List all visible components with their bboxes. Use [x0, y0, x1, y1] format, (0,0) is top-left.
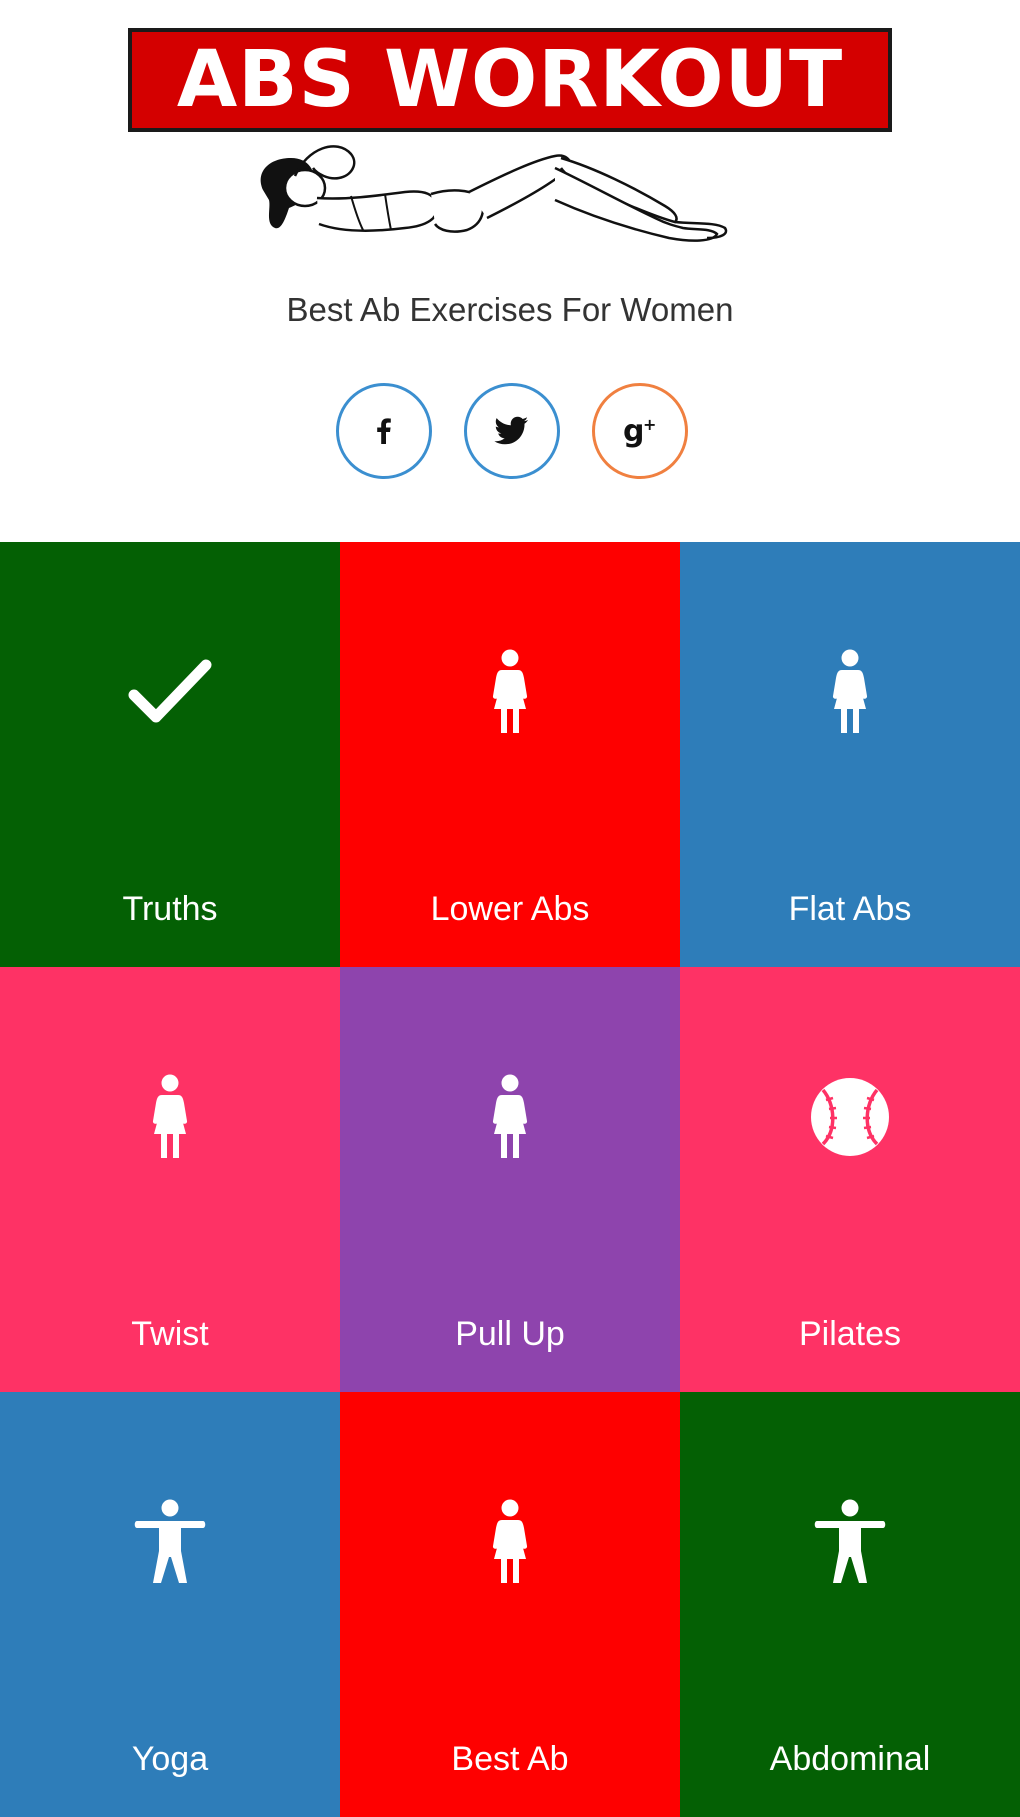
twitter-icon [494, 416, 528, 445]
woman-icon [829, 649, 871, 735]
woman-icon [489, 649, 531, 735]
tile-abdominal[interactable]: Abdominal [680, 1392, 1020, 1817]
tile-pilates[interactable]: Pilates [680, 967, 1020, 1392]
tile-label: Pilates [798, 1315, 902, 1353]
crunch-illustration [260, 145, 728, 242]
category-grid: Truths Lower Abs Flat Abs Twist Pull Up … [0, 542, 1020, 1817]
tile-pull-up[interactable]: Pull Up [340, 967, 680, 1392]
tile-lower-abs[interactable]: Lower Abs [340, 542, 680, 967]
tile-twist[interactable]: Twist [0, 967, 340, 1392]
tile-yoga[interactable]: Yoga [0, 1392, 340, 1817]
facebook-icon [377, 418, 391, 444]
tile-label: Twist [131, 1315, 209, 1353]
facebook-share-button[interactable] [336, 383, 432, 479]
tile-label: Best Ab [451, 1740, 569, 1778]
tile-truths[interactable]: Truths [0, 542, 340, 967]
person-arms-out-icon [133, 1499, 207, 1585]
tile-label: Abdominal [769, 1740, 931, 1778]
tile-label: Flat Abs [788, 890, 912, 928]
tile-label: Truths [122, 890, 218, 928]
logo-text: ABS WORKOUT [176, 35, 844, 125]
app-tagline: Best Ab Exercises For Women [286, 291, 734, 328]
social-share-bar: g + [0, 383, 1020, 483]
google-plus-share-button[interactable]: g + [592, 383, 688, 479]
checkmark-icon [128, 657, 212, 727]
tile-label: Lower Abs [430, 890, 590, 928]
app-logo: ABS WORKOUT [128, 28, 892, 132]
tile-flat-abs[interactable]: Flat Abs [680, 542, 1020, 967]
woman-icon [489, 1499, 531, 1585]
person-arms-out-icon [813, 1499, 887, 1585]
woman-icon [149, 1074, 191, 1160]
twitter-share-button[interactable] [464, 383, 560, 479]
baseball-icon [809, 1076, 891, 1158]
tile-label: Pull Up [455, 1315, 565, 1353]
google-plus-icon: g + [623, 414, 656, 449]
woman-icon [489, 1074, 531, 1160]
tile-label: Yoga [131, 1740, 209, 1778]
svg-text:+: + [643, 415, 656, 434]
svg-text:g: g [623, 414, 644, 449]
app-header: ABS WORKOUT Best Ab Exercises For Women [0, 0, 1020, 542]
tile-best-ab[interactable]: Best Ab [340, 1392, 680, 1817]
